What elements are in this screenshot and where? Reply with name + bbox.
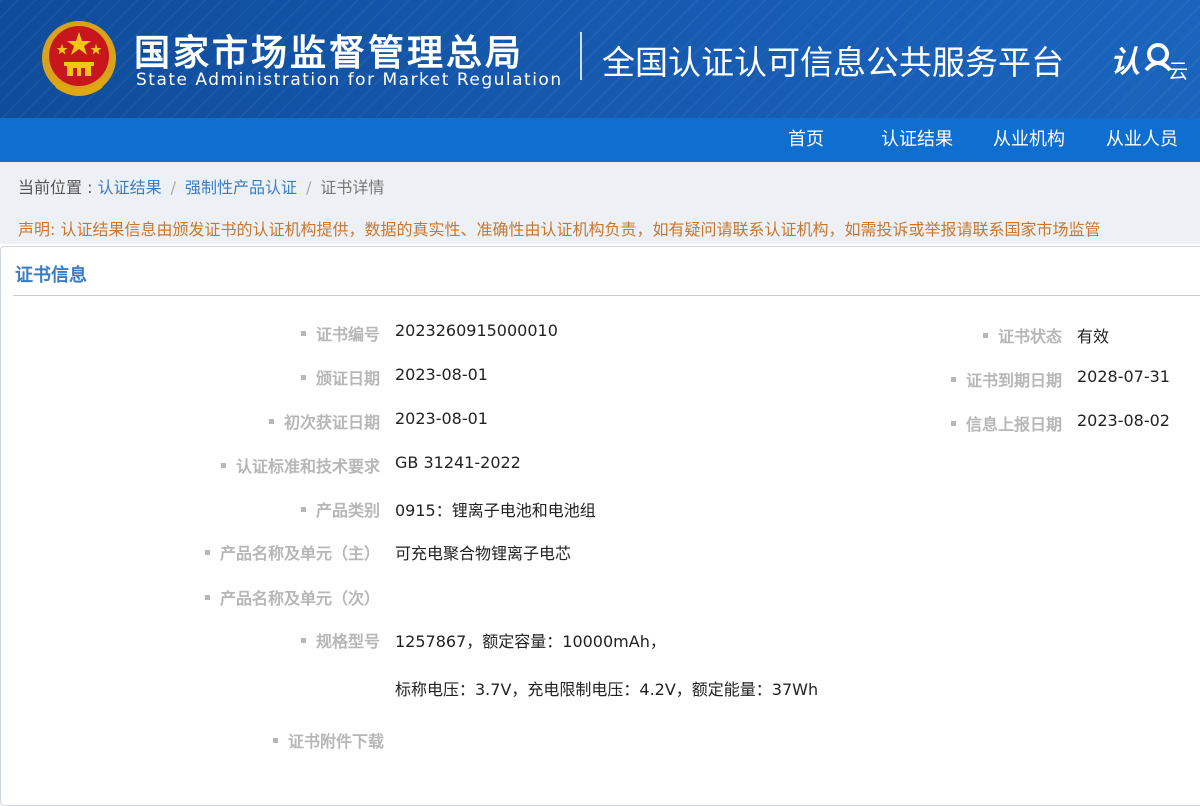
- nav-item-institutions[interactable]: 从业机构: [993, 118, 1065, 162]
- breadcrumb-separator: /: [170, 178, 176, 197]
- national-emblem-icon: [42, 21, 116, 96]
- breadcrumb-lead: 当前位置 :: [18, 178, 98, 197]
- nav-item-results[interactable]: 认证结果: [881, 118, 953, 162]
- label-product-category: 产品类别: [300, 497, 380, 521]
- certificate-info-card: 证书信息 证书编号 2023260915000010 颁证日期 2023-08-…: [0, 246, 1200, 806]
- label-first-issue-date: 初次获证日期: [268, 409, 380, 433]
- label-product-name-sub: 产品名称及单元（次）: [204, 585, 380, 609]
- label-report-date: 信息上报日期: [950, 411, 1062, 435]
- main-nav: 首页 认证结果 从业机构 从业人员: [0, 118, 1200, 162]
- agency-name-en: State Administration for Market Regulati…: [136, 70, 563, 90]
- header-divider: [580, 32, 582, 80]
- disclaimer-notice: 声明: 认证结果信息由颁发证书的认证机构提供，数据的真实性、准确性由认证机构负责…: [18, 220, 1101, 239]
- value-cert-status: 有效: [1077, 327, 1110, 346]
- label-cert-status: 证书状态: [982, 323, 1062, 347]
- label-attachment-download: 证书附件下载: [272, 728, 384, 752]
- breadcrumb-current: 证书详情: [320, 178, 385, 197]
- label-expiry-date: 证书到期日期: [950, 367, 1062, 391]
- value-issue-date: 2023-08-01: [395, 365, 488, 384]
- value-report-date: 2023-08-02: [1077, 411, 1170, 430]
- nav-item-home[interactable]: 首页: [788, 118, 824, 162]
- platform-title: 全国认证认可信息公共服务平台: [602, 43, 1064, 82]
- svg-text:认: 认: [1110, 45, 1140, 80]
- card-divider: [13, 295, 1200, 296]
- label-product-name-main: 产品名称及单元（主）: [204, 540, 380, 564]
- nav-item-personnel[interactable]: 从业人员: [1106, 118, 1178, 162]
- value-cert-number: 2023260915000010: [395, 321, 558, 340]
- value-model-line1: 1257867，额定容量：10000mAh，: [395, 632, 666, 651]
- breadcrumb: 当前位置 : 认证结果 / 强制性产品认证 / 证书详情: [18, 174, 384, 198]
- agency-name-cn: 国家市场监督管理总局: [134, 33, 525, 74]
- value-expiry-date: 2028-07-31: [1077, 367, 1170, 386]
- value-model-line2: 标称电压：3.7V，充电限制电压：4.2V，额定能量：37Wh: [395, 680, 819, 699]
- breadcrumb-separator: /: [306, 178, 312, 197]
- value-product-category: 0915：锂离子电池和电池组: [395, 501, 596, 520]
- breadcrumb-link-results[interactable]: 认证结果: [98, 178, 162, 197]
- label-model: 规格型号: [300, 628, 380, 652]
- svg-text:云: 云: [1168, 59, 1188, 83]
- breadcrumb-link-ccc[interactable]: 强制性产品认证: [185, 178, 297, 197]
- label-issue-date: 颁证日期: [300, 365, 380, 389]
- card-title: 证书信息: [15, 265, 87, 286]
- value-first-issue-date: 2023-08-01: [395, 409, 488, 428]
- value-product-name-main: 可充电聚合物锂离子电芯: [395, 544, 572, 563]
- breadcrumb-bar: 当前位置 : 认证结果 / 强制性产品认证 / 证书详情 声明: 认证结果信息由颁发证书…: [0, 162, 1200, 244]
- site-header: 国家市场监督管理总局 State Administration for Mark…: [0, 0, 1200, 118]
- value-standard: GB 31241-2022: [395, 453, 521, 472]
- label-standard: 认证标准和技术要求: [220, 453, 380, 477]
- label-cert-number: 证书编号: [300, 321, 380, 345]
- renyun-logo-icon: 认 云: [1110, 43, 1188, 83]
